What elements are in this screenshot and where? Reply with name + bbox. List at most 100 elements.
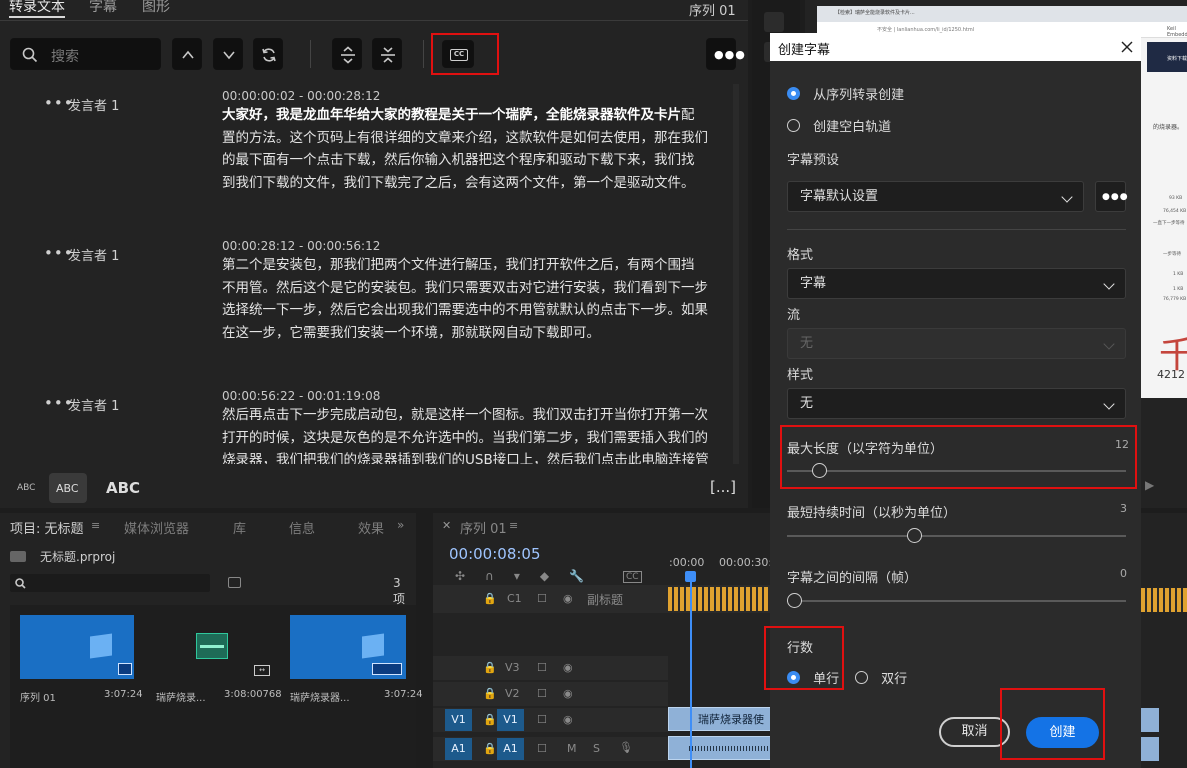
audio-clip xyxy=(1141,737,1159,761)
tab-media-browser[interactable]: 媒体浏览器 xyxy=(124,518,189,537)
lock-icon[interactable]: 🔒 xyxy=(483,661,497,674)
microphone-icon[interactable]: 🎙 xyxy=(619,741,633,754)
lock-icon[interactable]: 🔒 xyxy=(483,713,497,726)
tab-sequence[interactable]: 序列 01 xyxy=(460,518,507,537)
refresh-button[interactable] xyxy=(253,38,283,70)
thumbnail[interactable] xyxy=(20,615,134,679)
font-size-medium[interactable]: ABC xyxy=(49,473,87,503)
mute-button[interactable]: M xyxy=(567,742,577,755)
max-length-slider[interactable] xyxy=(812,463,827,478)
audio-clip[interactable] xyxy=(668,736,773,760)
speaker-label[interactable]: 发言者 1 xyxy=(68,395,119,414)
tab-libraries[interactable]: 库 xyxy=(233,518,246,537)
caption-track xyxy=(668,585,773,613)
track-output-icon[interactable]: ☐ xyxy=(537,592,547,605)
stream-select: 无 xyxy=(787,328,1126,359)
video-clip[interactable]: 瑞萨烧录器使 xyxy=(668,707,773,731)
track-output-icon[interactable]: ☐ xyxy=(537,661,547,674)
tool-icon[interactable] xyxy=(764,12,784,32)
timeline-tools[interactable]: ✣∩▾◆🔧 xyxy=(455,569,604,583)
track-header-v2: 🔒 V2 ☐ ◉ xyxy=(433,682,668,706)
radio-double-line[interactable]: 双行 xyxy=(855,667,907,687)
radio-empty-track[interactable]: 创建空白轨道 xyxy=(787,115,891,135)
solo-button[interactable]: S xyxy=(593,742,600,755)
split-segment-button[interactable] xyxy=(332,38,362,70)
track-label: V3 xyxy=(505,661,520,674)
close-icon[interactable]: ✕ xyxy=(442,519,451,532)
eye-icon[interactable]: ◉ xyxy=(563,592,573,605)
source-patch-a1[interactable]: A1 xyxy=(445,738,472,760)
source-patch-v1[interactable]: V1 xyxy=(445,709,472,731)
create-button[interactable]: 创建 xyxy=(1026,717,1099,748)
format-select[interactable]: 字幕 xyxy=(787,268,1126,299)
next-result-button[interactable] xyxy=(213,38,243,70)
clip-badge-icon xyxy=(372,663,402,675)
playhead-timecode[interactable]: 00:00:08:05 xyxy=(449,545,541,563)
text-line: 不用管。然后这个是它的安装包。我们只需要双击对它进行安装，我们看到下一步 xyxy=(222,279,708,296)
track-label[interactable]: A1 xyxy=(497,738,524,760)
lock-icon[interactable]: 🔒 xyxy=(483,687,497,700)
preset-more-button[interactable]: ●●● xyxy=(1095,181,1128,212)
menu-icon[interactable]: ≡ xyxy=(91,519,100,532)
playhead[interactable] xyxy=(690,573,692,768)
bin-icon[interactable] xyxy=(228,577,241,588)
refresh-icon xyxy=(262,48,276,62)
track-output-icon[interactable]: ☐ xyxy=(537,742,547,755)
lock-icon[interactable]: 🔒 xyxy=(483,592,497,605)
track-output-icon[interactable]: ☐ xyxy=(537,713,547,726)
track-header-a1: A1 🔒 A1 ☐ M S 🎙 xyxy=(433,737,668,761)
segment-text[interactable]: 然后再点击下一步完成启动包，就是这样一个图标。我们双击打开当你打开第一次 打开的… xyxy=(222,404,722,464)
radio-single-line[interactable]: 单行 xyxy=(787,667,839,687)
font-size-small[interactable]: ABC xyxy=(17,483,35,493)
tab-captions[interactable]: 字幕 xyxy=(89,0,117,18)
play-icon[interactable]: ▶ xyxy=(1145,478,1154,492)
segment-time: 00:00:28:12 - 00:00:56:12 xyxy=(222,239,381,253)
segment-text[interactable]: 第二个是安装包，那我们把两个文件进行解压，我们打开软件之后，有两个围挡 不用管。… xyxy=(222,254,722,344)
audio-waveform-icon[interactable] xyxy=(196,633,228,659)
item-name: 瑞萨烧录... xyxy=(156,693,206,704)
min-duration-track[interactable] xyxy=(787,535,1126,537)
track-output-icon[interactable]: ☐ xyxy=(537,687,547,700)
segment-text[interactable]: 大家好，我是龙血年华给大家的教程是关于一个瑞萨，全能烧录器软件及卡片配 置的方法… xyxy=(222,104,722,194)
gap-track[interactable] xyxy=(787,600,1126,602)
tab-effects[interactable]: 效果 xyxy=(358,518,384,537)
style-select[interactable]: 无 xyxy=(787,388,1126,419)
cc-icon[interactable]: CC xyxy=(623,571,642,583)
create-captions-button[interactable]: CC xyxy=(442,40,474,68)
audio-badge-icon: ↔ xyxy=(254,665,270,676)
lock-icon[interactable]: 🔒 xyxy=(483,742,497,755)
search-input[interactable]: 搜索 xyxy=(10,38,161,70)
speaker-label[interactable]: 发言者 1 xyxy=(68,245,119,264)
max-length-track[interactable] xyxy=(787,470,1126,472)
thumbnail[interactable] xyxy=(290,615,406,679)
project-search[interactable] xyxy=(10,574,210,592)
chevron-down-icon xyxy=(1103,398,1115,410)
speaker-label[interactable]: 发言者 1 xyxy=(68,95,119,114)
min-duration-slider[interactable] xyxy=(907,528,922,543)
prev-result-button[interactable] xyxy=(172,38,202,70)
tab-transcript[interactable]: 转录文本 xyxy=(9,0,65,18)
close-icon[interactable] xyxy=(1121,41,1133,53)
waveform xyxy=(200,645,224,648)
eye-icon[interactable]: ◉ xyxy=(563,661,573,674)
dialog-title: 创建字幕 xyxy=(778,43,831,58)
browser-tab-title: 【检索】瑞萨全能烧录软件及卡片... xyxy=(835,10,915,16)
eye-icon[interactable]: ◉ xyxy=(563,687,573,700)
more-options-button[interactable]: ●●● xyxy=(706,38,745,70)
tab-project[interactable]: 项目: 无标题 xyxy=(10,518,84,537)
gap-slider[interactable] xyxy=(787,593,802,608)
playhead-handle[interactable] xyxy=(685,571,696,582)
radio-from-transcript[interactable]: 从序列转录创建 xyxy=(787,83,904,103)
scrollbar[interactable] xyxy=(733,84,739,464)
caption-clips[interactable] xyxy=(668,587,768,611)
overflow-icon[interactable]: » xyxy=(397,518,404,532)
expand-button[interactable]: [...] xyxy=(710,478,736,496)
tab-graphics[interactable]: 图形 xyxy=(142,0,170,18)
track-label[interactable]: V1 xyxy=(497,709,524,731)
menu-icon[interactable]: ≡ xyxy=(509,519,518,532)
tab-info[interactable]: 信息 xyxy=(289,518,315,537)
preset-select[interactable]: 字幕默认设置 xyxy=(787,181,1084,212)
eye-icon[interactable]: ◉ xyxy=(563,713,573,726)
merge-segment-button[interactable] xyxy=(372,38,402,70)
font-size-large[interactable]: ABC xyxy=(106,479,140,497)
